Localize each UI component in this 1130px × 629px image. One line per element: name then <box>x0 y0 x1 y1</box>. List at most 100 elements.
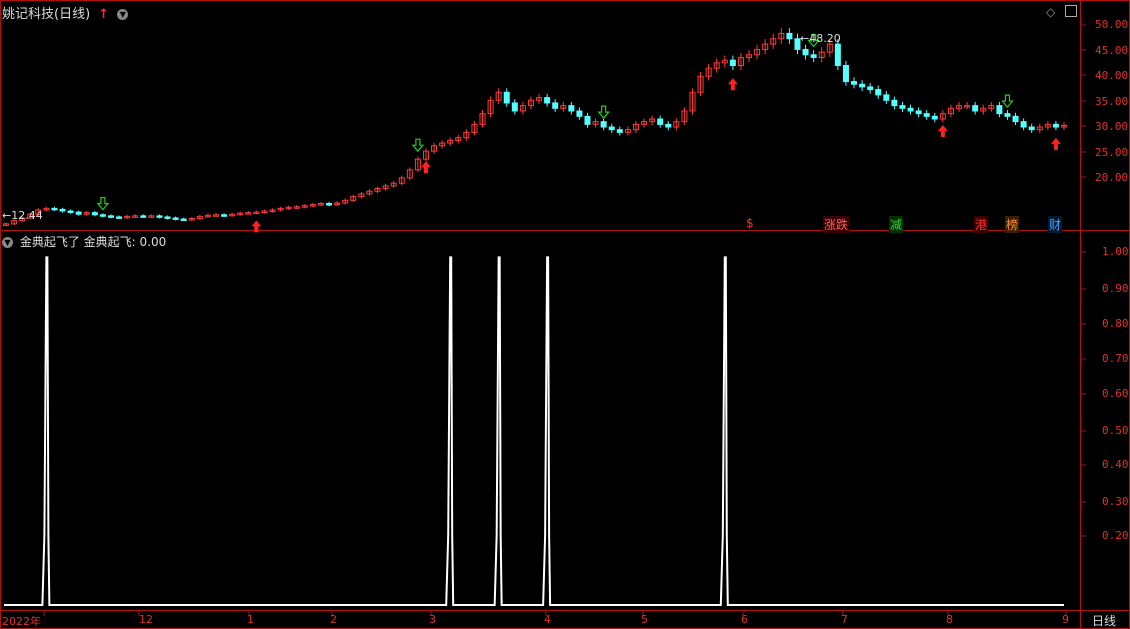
candle-body <box>75 211 82 215</box>
high-price-label: 48.20 <box>809 32 841 45</box>
candle-body <box>915 110 922 115</box>
candle-body <box>891 99 898 107</box>
candlestick-series <box>3 28 1067 227</box>
candle-body <box>116 216 123 219</box>
candle-body <box>99 214 106 217</box>
chevron-down-icon[interactable]: ▼ <box>117 9 129 20</box>
sell-signal-arrow <box>1001 94 1014 109</box>
indicator-axis-label: 0.30 <box>1102 495 1129 508</box>
candle-body <box>568 105 575 112</box>
candle-body <box>923 113 930 117</box>
chart-frame <box>0 0 1130 629</box>
candle-body <box>859 83 866 88</box>
price-axis-label: 25.00 <box>1095 146 1129 159</box>
event-marker-text: 财 <box>1049 218 1062 232</box>
event-marker-change[interactable]: 涨跌 <box>823 216 850 233</box>
buy-signal-arrow <box>420 161 431 174</box>
indicator-axis-label: 0.20 <box>1102 529 1129 542</box>
event-marker-reduce[interactable]: 减 <box>889 216 904 233</box>
indicator-title-bar[interactable]: ▼ 金典起飞了 金典起飞: 0.00 <box>2 233 166 250</box>
event-marker-hk[interactable]: 港 <box>974 216 989 233</box>
price-axis-label: 45.00 <box>1095 44 1129 57</box>
candle-body <box>834 43 841 66</box>
candle-body <box>608 126 615 131</box>
candle-body <box>851 81 858 85</box>
low-price-marker: ←12.44 <box>2 209 43 222</box>
chart-canvas[interactable] <box>0 0 1130 629</box>
event-marker-finance[interactable]: 财 <box>1048 216 1063 233</box>
event-marker-list[interactable]: 榜 <box>1005 216 1020 233</box>
candle-body <box>51 207 58 211</box>
candle-body <box>511 102 518 112</box>
price-axis-label: 35.00 <box>1095 95 1129 108</box>
candle-body <box>729 59 736 67</box>
time-axis-label: 3 <box>429 613 436 626</box>
candle-body <box>59 208 66 212</box>
event-marker-text: $ <box>746 216 754 230</box>
stock-title: 姚记科技(日线) <box>2 7 91 22</box>
event-marker-dollar[interactable]: $ <box>745 216 755 230</box>
time-axis-label: 8 <box>946 613 953 626</box>
sell-signal-arrow <box>597 105 610 120</box>
candle-body <box>172 217 179 220</box>
candle-body <box>67 210 74 214</box>
candle-body <box>972 105 979 112</box>
candle-body <box>1020 121 1027 128</box>
indicator-axis-label: 1.00 <box>1102 245 1129 258</box>
candle-body <box>842 65 849 83</box>
outer-border <box>0 0 1130 629</box>
time-axis-label: 5 <box>641 613 648 626</box>
indicator-series <box>4 256 1064 606</box>
time-axis-label: 12 <box>139 613 153 626</box>
event-marker-text: 减 <box>890 218 903 232</box>
window-toggle-icon[interactable] <box>1065 5 1078 17</box>
candle-body <box>584 115 591 125</box>
chevron-down-icon[interactable]: ▼ <box>2 237 13 248</box>
candle-body <box>552 102 559 109</box>
indicator-axis-label: 0.70 <box>1102 352 1129 365</box>
diamond-icon[interactable]: ◇ <box>1046 5 1055 19</box>
candle-body <box>544 97 551 104</box>
stock-title-bar[interactable]: 姚记科技(日线) ↑ ▼ <box>2 3 129 22</box>
candle-body <box>810 54 817 58</box>
top-right-icons: ◇ <box>1046 4 1083 19</box>
price-axis-label: 30.00 <box>1095 120 1129 133</box>
candle-body <box>802 48 809 56</box>
indicator-axis-label: 0.80 <box>1102 317 1129 330</box>
candle-body <box>883 94 890 101</box>
indicator-axis-label: 0.90 <box>1102 282 1129 295</box>
time-axis-label: 2 <box>330 613 337 626</box>
high-price-marker: ←48.20 <box>800 32 841 45</box>
buy-signal-arrow <box>727 78 738 91</box>
candle-body <box>140 215 147 218</box>
price-axis-label: 20.00 <box>1095 171 1129 184</box>
candle-body <box>996 105 1003 115</box>
candle-body <box>899 105 906 109</box>
candle-body <box>1012 115 1019 123</box>
time-axis-label: 2022年 <box>2 615 41 628</box>
indicator-axis-label: 0.50 <box>1102 424 1129 437</box>
candle-body <box>91 212 98 216</box>
candle-body <box>326 203 333 206</box>
candle-body <box>600 121 607 128</box>
candle-body <box>1004 113 1011 117</box>
candle-body <box>657 118 664 125</box>
time-axis-label: 7 <box>841 613 848 626</box>
candle-body <box>107 215 114 218</box>
candle-body <box>180 218 187 222</box>
candle-body <box>786 32 793 40</box>
event-marker-text: 榜 <box>1006 218 1019 232</box>
candle-body <box>665 123 672 128</box>
price-axis-label: 40.00 <box>1095 69 1129 82</box>
candle-body <box>1028 126 1035 131</box>
time-axis-label: 1 <box>247 613 254 626</box>
time-axis-label: 4 <box>544 613 551 626</box>
event-marker-text: 涨跌 <box>824 218 849 232</box>
candle-body <box>503 91 510 104</box>
event-marker-text: 港 <box>975 218 988 232</box>
buy-signal-arrow <box>937 124 948 137</box>
period-label[interactable]: 日线 <box>1092 612 1116 629</box>
up-arrow-icon: ↑ <box>98 7 110 22</box>
signal-markers <box>96 33 1061 233</box>
indicator-axis-label: 0.60 <box>1102 387 1129 400</box>
